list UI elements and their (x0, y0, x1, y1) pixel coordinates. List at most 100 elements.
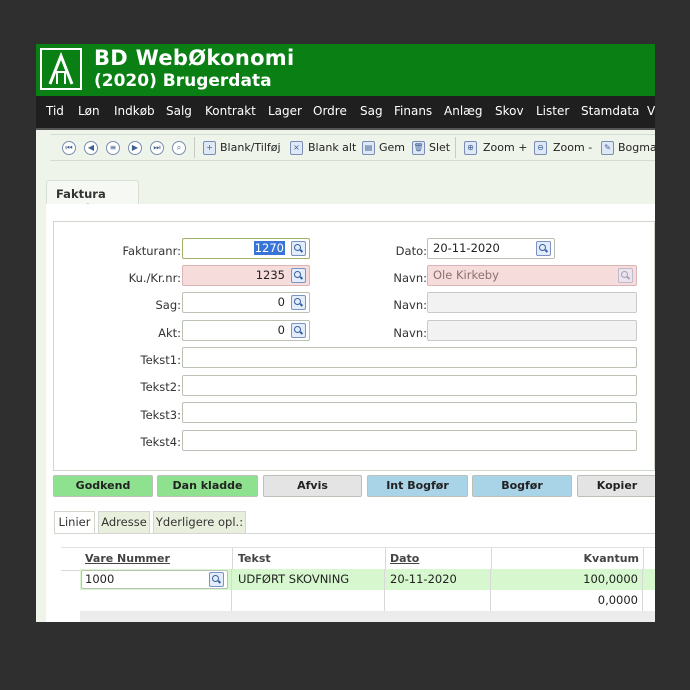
column-divider (385, 548, 386, 570)
menu-item-stamdata[interactable]: Stamdata (581, 104, 639, 118)
sag-label: Sag: (155, 298, 181, 312)
main-menu: Tid Løn Indkøb Salg Kontrakt Lager Ordre… (36, 96, 655, 130)
lines-table-header: Vare Nummer Tekst Dato Kvantum (61, 547, 655, 571)
col-dato[interactable]: Dato (390, 552, 419, 565)
akt-value: 0 (277, 323, 285, 337)
tekst3-label: Tekst3: (140, 408, 182, 422)
tekst3-input[interactable] (182, 402, 637, 423)
tab-linier[interactable]: Linier (54, 511, 95, 533)
app-subtitle: (2020) Brugerdata (94, 71, 272, 91)
delete-button[interactable]: Slet (429, 141, 450, 154)
first-record-icon[interactable]: ⏮ (62, 141, 76, 155)
column-divider (231, 590, 232, 611)
tekst2-input[interactable] (182, 375, 637, 396)
kukrnr-input[interactable]: 1235 (182, 265, 310, 286)
fakturanr-lookup-icon[interactable] (291, 241, 306, 256)
search-record-icon[interactable]: ⌕ (172, 141, 186, 155)
table-footer-row (80, 611, 655, 622)
navn2-input[interactable] (427, 292, 637, 313)
blank-add-icon[interactable]: + (203, 141, 216, 155)
menu-item-kontrakt[interactable]: Kontrakt (205, 104, 256, 118)
menu-item-indkob[interactable]: Indkøb (114, 104, 155, 118)
dan-kladde-button[interactable]: Dan kladde (157, 475, 258, 497)
bookkeep-button[interactable]: Bogma (618, 141, 655, 154)
tekst4-label: Tekst4: (140, 435, 182, 449)
fakturanr-input[interactable]: 1270 (182, 238, 310, 259)
menu-item-more[interactable]: V (647, 104, 655, 118)
sag-input[interactable]: 0 (182, 292, 310, 313)
zoom-minus-icon[interactable]: ⊖ (534, 141, 547, 155)
column-divider (384, 590, 385, 611)
vare-nummer-input[interactable]: 1000 (81, 570, 228, 589)
table-row[interactable]: 1000 UDFØRT SKOVNING 20-11-2020 100,0000 (80, 569, 655, 590)
app-window: BD WebØkonomi (2020) Brugerdata Tid Løn … (36, 44, 655, 622)
dato-picker-icon[interactable] (536, 241, 551, 256)
row-tekst: UDFØRT SKOVNING (238, 572, 350, 586)
current-record-icon[interactable]: ≡ (106, 141, 120, 155)
table-row[interactable]: 0,0000 (80, 590, 655, 612)
vare-lookup-icon[interactable] (209, 572, 224, 587)
column-divider (384, 569, 385, 590)
godkend-button[interactable]: Godkend (53, 475, 153, 497)
akt-label: Akt: (158, 326, 181, 340)
zoom-plus-button[interactable]: Zoom + (483, 141, 527, 154)
col-vare-nummer[interactable]: Vare Nummer (85, 552, 170, 565)
akt-lookup-icon[interactable] (291, 323, 306, 338)
navn-lookup-icon[interactable] (618, 268, 633, 283)
int-bogfor-button[interactable]: Int Bogfør (367, 475, 468, 497)
blank-all-icon[interactable]: × (290, 141, 303, 155)
sag-lookup-icon[interactable] (291, 295, 306, 310)
kukrnr-value: 1235 (255, 268, 285, 282)
bogfor-button[interactable]: Bogfør (472, 475, 572, 497)
fakturanr-label: Fakturanr: (122, 244, 181, 258)
toolbar-divider (455, 137, 456, 158)
menu-item-finans[interactable]: Finans (394, 104, 432, 118)
sag-value: 0 (277, 295, 285, 309)
menu-item-ordre[interactable]: Ordre (313, 104, 347, 118)
previous-record-icon[interactable]: ◀ (84, 141, 98, 155)
menu-item-lager[interactable]: Lager (268, 104, 302, 118)
tekst1-input[interactable] (182, 347, 637, 368)
last-record-icon[interactable]: ⏭ (150, 141, 164, 155)
row-kvantum: 0,0000 (597, 593, 638, 607)
zoom-plus-icon[interactable]: ⊕ (464, 141, 477, 155)
menu-item-tid[interactable]: Tid (46, 104, 64, 118)
zoom-minus-button[interactable]: Zoom - (553, 141, 592, 154)
save-icon[interactable]: ▤ (362, 141, 375, 155)
delete-icon[interactable]: 🗑 (412, 141, 425, 155)
tab-adresse[interactable]: Adresse (98, 511, 150, 533)
navn2-label: Navn: (393, 298, 427, 312)
menu-item-lon[interactable]: Løn (78, 104, 100, 118)
menu-item-lister[interactable]: Lister (536, 104, 569, 118)
column-divider (642, 569, 643, 590)
next-record-icon[interactable]: ▶ (128, 141, 142, 155)
navn-input[interactable]: Ole Kirkeby (427, 265, 637, 286)
dato-value: 20-11-2020 (433, 241, 500, 255)
akt-input[interactable]: 0 (182, 320, 310, 341)
tab-faktura-opret[interactable]: Faktura opret (46, 180, 139, 215)
menu-item-skov[interactable]: Skov (495, 104, 524, 118)
row-kvantum: 100,0000 (583, 572, 638, 586)
tekst4-input[interactable] (182, 430, 637, 451)
kopier-button[interactable]: Kopier (577, 475, 655, 497)
save-button[interactable]: Gem (379, 141, 405, 154)
menu-item-salg[interactable]: Salg (166, 104, 192, 118)
afvis-button[interactable]: Afvis (263, 475, 362, 497)
menu-item-anlaeg[interactable]: Anlæg (444, 104, 483, 118)
toolbar-divider (194, 137, 195, 158)
column-divider (642, 590, 643, 611)
menu-item-sag[interactable]: Sag (360, 104, 383, 118)
app-header: BD WebØkonomi (2020) Brugerdata (36, 44, 655, 96)
column-divider (643, 548, 644, 570)
tab-yderligere[interactable]: Yderligere opl.: (153, 511, 246, 533)
app-title: BD WebØkonomi (94, 46, 295, 70)
fakturanr-value: 1270 (253, 241, 285, 255)
blank-add-button[interactable]: Blank/Tilføj (220, 141, 281, 154)
row-dato: 20-11-2020 (390, 572, 457, 586)
navn3-input[interactable] (427, 320, 637, 341)
bookkeep-icon[interactable]: ✎ (601, 141, 614, 155)
kukrnr-lookup-icon[interactable] (291, 268, 306, 283)
blank-all-button[interactable]: Blank alt (308, 141, 356, 154)
dato-input[interactable]: 20-11-2020 (427, 238, 555, 259)
column-divider (490, 590, 491, 611)
